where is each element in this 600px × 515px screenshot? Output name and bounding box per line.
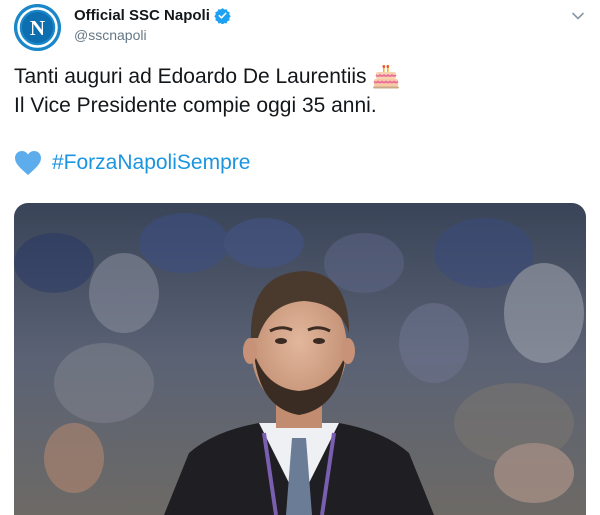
tweet-photo[interactable] (14, 203, 586, 515)
account-header: Official SSC Napoli @sscnapoli (74, 5, 231, 43)
display-name[interactable]: Official SSC Napoli (74, 7, 210, 24)
hashtag-row: #ForzaNapoliSempre (14, 150, 250, 176)
tweet-line-1: Tanti auguri ad Edoardo De Laurentiis (14, 65, 367, 88)
chevron-down-icon[interactable] (570, 8, 586, 24)
tweet-card: N Official SSC Napoli @sscnapoli Tanti a… (0, 0, 600, 515)
avatar-letter: N (30, 16, 45, 40)
hashtag-link[interactable]: #ForzaNapoliSempre (52, 151, 250, 175)
tweet-text: Tanti auguri ad Edoardo De Laurentiis Il… (14, 62, 399, 120)
blue-heart-icon (14, 150, 42, 176)
account-handle[interactable]: @sscnapoli (74, 27, 231, 43)
birthday-cake-icon (372, 64, 399, 89)
verified-badge-icon (214, 7, 231, 24)
avatar[interactable]: N (14, 4, 61, 51)
tweet-line-2: Il Vice Presidente compie oggi 35 anni. (14, 94, 377, 117)
